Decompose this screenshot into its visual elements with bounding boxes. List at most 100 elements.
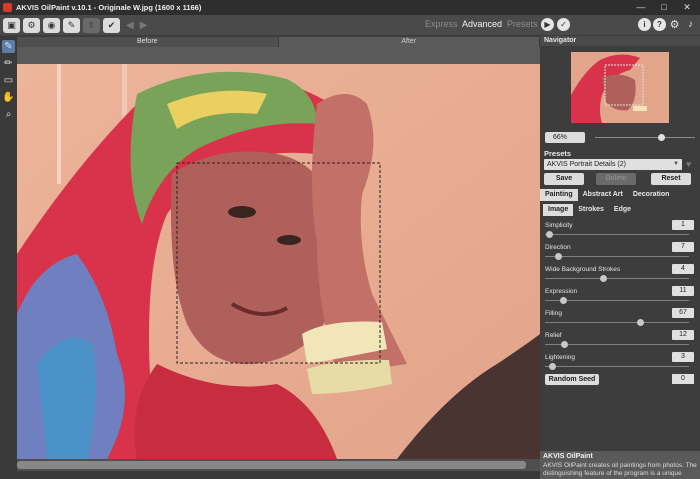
batch-processing-icon[interactable]: ⚙ bbox=[23, 17, 40, 33]
tab-after[interactable]: After bbox=[278, 37, 540, 47]
preferences-icon[interactable]: ✔ bbox=[103, 17, 120, 33]
navigator-title: Navigator bbox=[540, 36, 700, 46]
about-box: AKVIS OilPaint AKVIS OilPaint creates oi… bbox=[540, 451, 700, 479]
tab-image[interactable]: Image bbox=[543, 204, 574, 216]
open-image-icon[interactable]: ▣ bbox=[3, 17, 20, 33]
notifications-bell-icon[interactable]: ♪ bbox=[684, 18, 697, 31]
param-slider-knob[interactable] bbox=[599, 275, 607, 282]
param-slider-track[interactable] bbox=[545, 278, 689, 279]
delete-preset-button[interactable]: Delete bbox=[596, 173, 636, 185]
tab-edge[interactable]: Edge bbox=[609, 204, 636, 216]
minimize-button[interactable]: — bbox=[631, 1, 651, 13]
settings-panel: Navigator 66% Presets AKVIS Portrait Det… bbox=[540, 36, 700, 479]
redo-icon[interactable]: ▶ bbox=[140, 20, 148, 31]
param-slider-track[interactable] bbox=[545, 234, 689, 235]
param-row: Expression 11 bbox=[540, 285, 700, 307]
param-label: Expression bbox=[545, 288, 578, 295]
param-value-field[interactable]: 7 bbox=[672, 242, 694, 252]
scrollbar-thumb[interactable] bbox=[17, 461, 526, 469]
print-icon[interactable]: ✎ bbox=[63, 17, 80, 33]
image-canvas-area bbox=[17, 47, 540, 471]
preset-buttons: Save Delete Reset bbox=[540, 173, 700, 185]
portrait-image bbox=[17, 64, 540, 459]
param-label: Wide Background Strokes bbox=[545, 266, 621, 273]
tab-decoration[interactable]: Decoration bbox=[627, 189, 675, 201]
param-value-field[interactable]: 4 bbox=[672, 264, 694, 274]
before-after-tabs: Before After bbox=[17, 37, 540, 47]
param-label: Relief bbox=[545, 332, 562, 339]
mode-presets[interactable]: Presets bbox=[507, 19, 538, 29]
zoom-level-select[interactable]: 66% bbox=[545, 131, 585, 143]
param-row: Direction 7 bbox=[540, 241, 700, 263]
param-value-field[interactable]: 3 bbox=[672, 352, 694, 362]
zoom-slider-track bbox=[595, 136, 695, 138]
run-processing-icon[interactable]: ▶ bbox=[541, 18, 554, 31]
main-tabs: Painting Abstract Art Decoration bbox=[540, 189, 700, 201]
param-slider-track[interactable] bbox=[545, 256, 689, 257]
navigator-preview[interactable] bbox=[540, 50, 700, 125]
title-bar: AKVIS OilPaint v.10.1 - Originale W.jpg … bbox=[0, 0, 700, 15]
favorite-heart-icon[interactable]: ♥ bbox=[686, 159, 691, 169]
reset-preset-button[interactable]: Reset bbox=[651, 173, 691, 185]
pencil-tool-icon[interactable]: ✏ bbox=[2, 57, 15, 70]
about-title: AKVIS OilPaint bbox=[543, 453, 593, 460]
help-icon[interactable]: ? bbox=[653, 18, 666, 31]
param-slider-knob[interactable] bbox=[560, 297, 568, 304]
zoom-slider[interactable] bbox=[595, 132, 695, 143]
status-bar bbox=[17, 471, 540, 479]
chevron-down-icon: ▼ bbox=[673, 160, 679, 167]
param-slider-knob[interactable] bbox=[546, 231, 554, 238]
param-label: Lightening bbox=[545, 354, 575, 361]
tab-abstract-art[interactable]: Abstract Art bbox=[577, 189, 628, 201]
param-slider-knob[interactable] bbox=[554, 253, 562, 260]
param-label: Direction bbox=[545, 244, 571, 251]
param-row: Wide Background Strokes 4 bbox=[540, 263, 700, 285]
tab-painting[interactable]: Painting bbox=[540, 189, 578, 201]
random-seed-row: Random Seed 0 bbox=[540, 373, 700, 387]
preset-row: AKVIS Portrait Details (2) ▼ ♥ bbox=[540, 158, 700, 170]
tab-before[interactable]: Before bbox=[17, 37, 279, 47]
param-slider-track[interactable] bbox=[545, 322, 689, 323]
param-label: Simplicity bbox=[545, 222, 573, 229]
info-icon[interactable]: i bbox=[638, 18, 651, 31]
preset-select[interactable]: AKVIS Portrait Details (2) ▼ bbox=[544, 158, 682, 170]
undo-icon[interactable]: ◀ bbox=[126, 20, 134, 31]
horizontal-scrollbar[interactable] bbox=[17, 459, 540, 471]
param-value-field[interactable]: 67 bbox=[672, 308, 694, 318]
window-title: AKVIS OilPaint v.10.1 - Originale W.jpg … bbox=[16, 3, 202, 12]
navigator-thumbnail bbox=[571, 52, 669, 123]
share-icon[interactable]: ⇪ bbox=[83, 17, 100, 33]
close-button[interactable]: ✕ bbox=[677, 1, 697, 13]
about-text: AKVIS OilPaint creates oil paintings fro… bbox=[543, 462, 697, 477]
param-slider-knob[interactable] bbox=[561, 341, 569, 348]
sub-tabs: Image Strokes Edge bbox=[540, 204, 700, 216]
image-canvas[interactable] bbox=[17, 64, 540, 459]
settings-gear-icon[interactable]: ⚙ bbox=[668, 18, 681, 31]
param-row: Relief 12 bbox=[540, 329, 700, 351]
left-toolbar: ✎ ✏ ▭ ✋ ⌕ bbox=[0, 36, 17, 479]
save-image-icon[interactable]: ◉ bbox=[43, 17, 60, 33]
hand-tool-icon[interactable]: ✋ bbox=[2, 91, 15, 104]
maximize-button[interactable]: □ bbox=[654, 1, 674, 13]
zoom-tool-icon[interactable]: ⌕ bbox=[2, 108, 15, 121]
zoom-controls: 66% bbox=[540, 130, 700, 144]
presets-title: Presets bbox=[544, 149, 572, 158]
param-value-field[interactable]: 12 bbox=[672, 330, 694, 340]
param-slider-track[interactable] bbox=[545, 366, 689, 367]
preset-selected-label: AKVIS Portrait Details (2) bbox=[547, 160, 626, 168]
param-value-field[interactable]: 11 bbox=[672, 286, 694, 296]
random-seed-button[interactable]: Random Seed bbox=[545, 374, 599, 385]
save-preset-button[interactable]: Save bbox=[544, 173, 584, 185]
mode-advanced[interactable]: Advanced bbox=[462, 19, 502, 29]
param-value-field[interactable]: 1 bbox=[672, 220, 694, 230]
eraser-tool-icon[interactable]: ▭ bbox=[2, 74, 15, 87]
apply-result-icon[interactable]: ✓ bbox=[557, 18, 570, 31]
param-slider-knob[interactable] bbox=[549, 363, 557, 370]
direction-brush-icon[interactable]: ✎ bbox=[2, 40, 15, 53]
main-toolbar: ▣ ⚙ ◉ ✎ ⇪ ✔ ◀ ▶ bbox=[0, 15, 700, 35]
tab-strokes[interactable]: Strokes bbox=[573, 204, 609, 216]
mode-express[interactable]: Express bbox=[425, 19, 458, 29]
param-slider-knob[interactable] bbox=[636, 319, 644, 326]
random-seed-value[interactable]: 0 bbox=[672, 374, 694, 384]
zoom-slider-knob[interactable] bbox=[658, 133, 665, 141]
